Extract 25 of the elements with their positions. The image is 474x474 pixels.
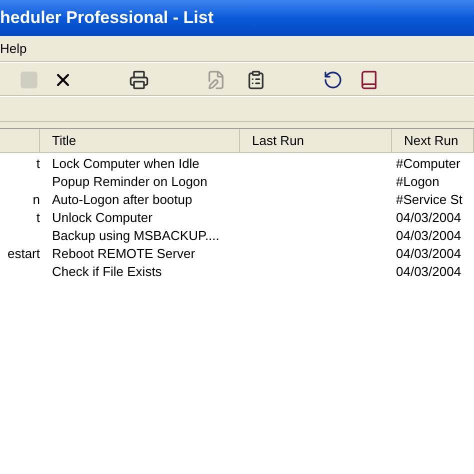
table-cell-text: 04/03/2004: [396, 263, 462, 282]
table-cell-text: t: [36, 155, 40, 174]
table-cell-text: Lock Computer when Idle: [52, 155, 200, 174]
column-header[interactable]: Next Run: [392, 129, 474, 152]
table-cell-text: 04/03/2004: [396, 227, 462, 246]
table-cell-text: 04/03/2004: [396, 209, 462, 228]
table-cell-text: estart: [7, 245, 40, 264]
table-cell-text: t: [36, 209, 40, 228]
window-title: heduler Professional - List: [0, 7, 214, 30]
refresh-icon[interactable]: [322, 69, 344, 91]
table-cell-text: #Logon: [396, 173, 440, 192]
table-cell-text: 04/03/2004: [396, 245, 462, 264]
table-cell-text: Unlock Computer: [52, 209, 152, 228]
table-cell-text: #Service St: [396, 191, 462, 210]
table-cell-text: Check if File Exists: [52, 263, 162, 282]
table-cell-text: Reboot REMOTE Server: [52, 245, 196, 264]
menu-item[interactable]: Help: [0, 38, 27, 58]
table-cell-text: n: [32, 191, 40, 210]
column-header[interactable]: Title: [40, 129, 240, 152]
column-header[interactable]: Last Run: [240, 129, 392, 152]
table-cell-text: Auto-Logon after bootup: [52, 191, 192, 210]
printer-icon[interactable]: [128, 69, 150, 91]
table-cell-text: Popup Reminder on Logon: [52, 173, 208, 192]
table-cell-text: Backup using MSBACKUP....: [52, 227, 220, 246]
table-cell-text: #Computer: [396, 155, 460, 174]
